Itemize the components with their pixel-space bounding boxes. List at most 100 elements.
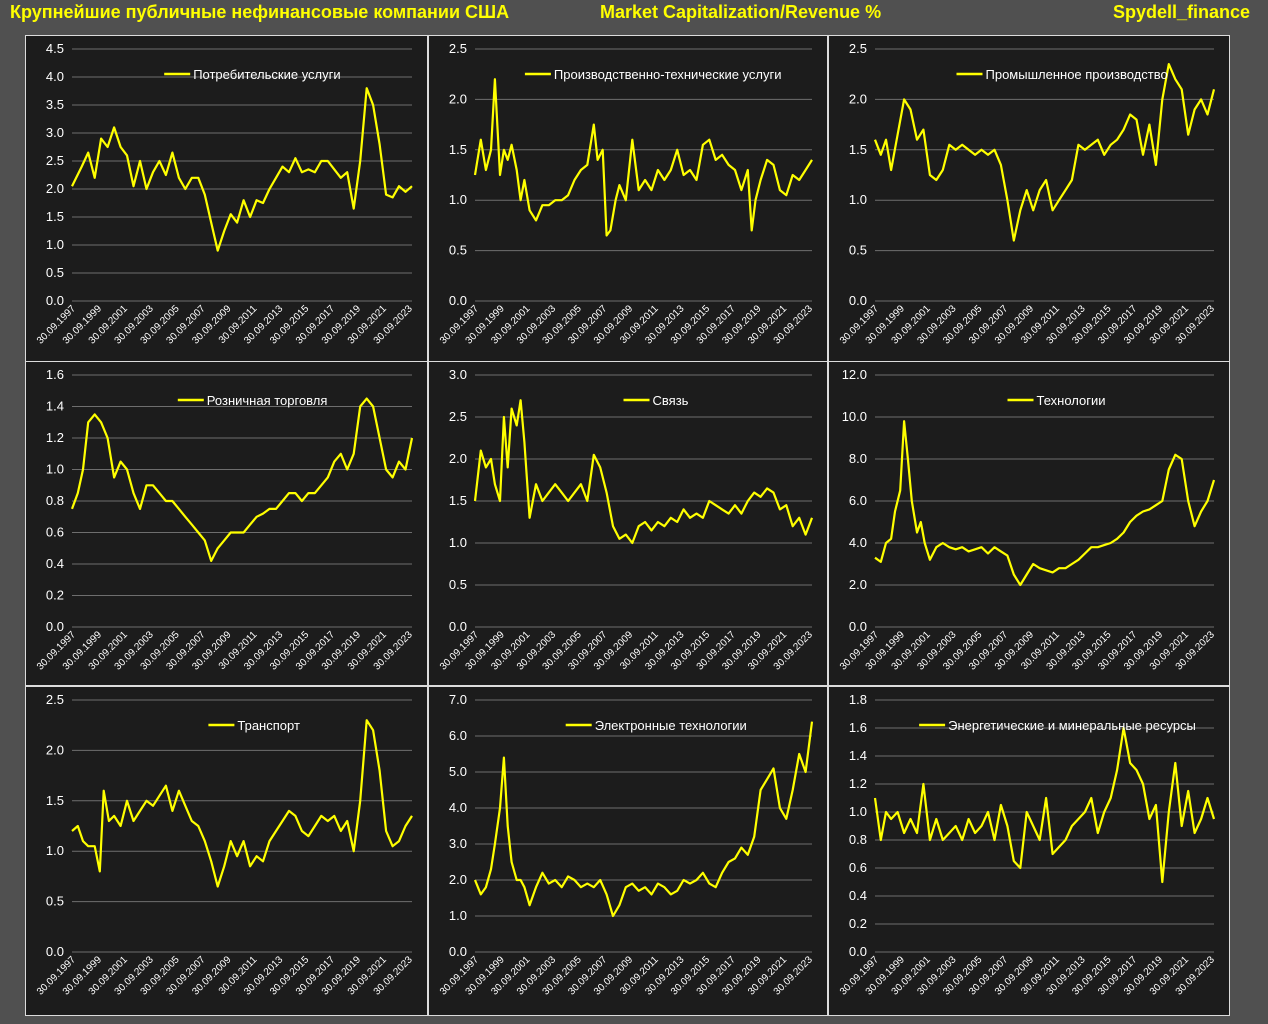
y-tick-label: 0.0: [46, 619, 64, 634]
chart-panel-3: 0.0 0.5 1.0 1.5 2.0 2.5 30.09.1997 30.09.1999 30…: [828, 35, 1230, 362]
y-tick-label: 2.5: [449, 41, 467, 56]
metric-title: Market Capitalization/Revenue %: [600, 2, 882, 22]
chart-panel-1: 0.0 0.5 1.0 1.5 2.0 2.5 3.0 3.5 4.0 4.5 30.09.1997…: [25, 35, 428, 362]
legend-label: Потребительские услуги: [193, 67, 340, 82]
y-tick-label: 1.4: [849, 748, 867, 763]
y-tick-label: 2.5: [46, 153, 64, 168]
y-tick-label: 1.6: [46, 367, 64, 382]
y-tick-label: 1.0: [449, 908, 467, 923]
y-tick-label: 0.0: [449, 293, 467, 308]
y-tick-label: 6.0: [449, 728, 467, 743]
legend-label: Связь: [653, 393, 689, 408]
page-title: Крупнейшие публичные нефинансовые компан…: [10, 2, 510, 22]
legend-label: Промышленное производство: [986, 67, 1168, 82]
legend-label: Энергетические и минеральные ресурсы: [948, 718, 1196, 733]
y-tick-label: 4.0: [46, 69, 64, 84]
series-line: [874, 420, 1216, 587]
series-line: [873, 63, 1216, 242]
y-tick-label: 0.8: [849, 832, 867, 847]
y-tick-label: 1.0: [449, 535, 467, 550]
legend-label: Электронные технологии: [595, 718, 747, 733]
y-tick-label: 1.0: [46, 237, 64, 252]
chart-panel-4: 0.0 0.2 0.4 0.6 0.8 1.0 1.2 1.4 1.6 30.09.1997 30.…: [25, 361, 428, 686]
y-tick-label: 8.0: [849, 451, 867, 466]
chart-panel-9: 0.0 0.2 0.4 0.6 0.8 1.0 1.2 1.4 1.6 1.8 30.09.1997…: [828, 686, 1230, 1016]
y-tick-label: 3.0: [449, 836, 467, 851]
legend-label: Транспорт: [237, 718, 300, 733]
y-tick-label: 0.0: [849, 293, 867, 308]
y-tick-label: 0.5: [449, 577, 467, 592]
y-tick-label: 1.5: [449, 142, 467, 157]
series-line: [473, 78, 813, 237]
y-tick-label: 0.2: [849, 916, 867, 931]
series-line: [473, 721, 814, 918]
series-line: [873, 726, 1216, 884]
y-tick-label: 2.0: [449, 451, 467, 466]
chart-svg-3: 0.00.51.01.52.02.530.09.199730.09.199930…: [838, 41, 1217, 347]
y-tick-label: 0.0: [449, 619, 467, 634]
y-tick-label: 1.0: [46, 843, 64, 858]
y-tick-label: 1.4: [46, 399, 64, 414]
series-line: [70, 397, 414, 562]
y-tick-label: 3.5: [46, 97, 64, 112]
y-tick-label: 0.0: [849, 944, 867, 959]
chart-svg-9: 0.00.20.40.60.81.01.21.41.61.830.09.1997…: [838, 692, 1217, 998]
chart-svg-8: 0.01.02.03.04.05.06.07.030.09.199730.09.…: [438, 692, 815, 998]
chart-svg-1: 0.00.51.01.52.02.53.03.54.04.530.09.1997…: [35, 41, 415, 347]
y-tick-label: 4.0: [849, 535, 867, 550]
chart-svg-7: 0.00.51.01.52.02.530.09.199730.09.199930…: [35, 692, 415, 998]
y-tick-label: 3.0: [46, 125, 64, 140]
y-tick-label: 0.6: [849, 860, 867, 875]
y-tick-label: 0.2: [46, 588, 64, 603]
y-tick-label: 10.0: [842, 409, 867, 424]
y-tick-label: 0.8: [46, 493, 64, 508]
chart-panel-8: 0.0 1.0 2.0 3.0 4.0 5.0 6.0 7.0 30.09.1997 30.09.…: [428, 686, 828, 1016]
y-tick-label: 2.0: [449, 91, 467, 106]
series-line: [473, 399, 814, 545]
y-tick-label: 0.6: [46, 525, 64, 540]
y-tick-label: 2.5: [849, 41, 867, 56]
y-tick-label: 1.0: [849, 804, 867, 819]
y-tick-label: 4.5: [46, 41, 64, 56]
y-tick-label: 1.5: [46, 209, 64, 224]
y-tick-label: 0.4: [849, 888, 867, 903]
series-line: [71, 719, 413, 888]
y-tick-label: 7.0: [449, 692, 467, 707]
y-tick-label: 2.0: [449, 872, 467, 887]
y-tick-label: 0.4: [46, 556, 64, 571]
y-tick-label: 2.0: [849, 91, 867, 106]
y-tick-label: 2.0: [46, 181, 64, 196]
y-tick-label: 1.6: [849, 720, 867, 735]
chart-svg-4: 0.00.20.40.60.81.01.21.41.630.09.199730.…: [35, 367, 415, 673]
y-tick-label: 1.5: [46, 793, 64, 808]
chart-svg-6: 0.02.04.06.08.010.012.030.09.199730.09.1…: [838, 367, 1217, 673]
y-tick-label: 4.0: [449, 800, 467, 815]
y-tick-label: 1.0: [449, 192, 467, 207]
y-tick-label: 2.0: [46, 742, 64, 757]
chart-svg-2: 0.00.51.01.52.02.530.09.199730.09.199930…: [438, 41, 815, 347]
chart-panel-6: 0.0 2.0 4.0 6.0 8.0 10.0 12.0 30.09.1997 30.09.1…: [828, 361, 1230, 686]
source-label: Spydell_finance: [1112, 2, 1250, 22]
y-tick-label: 0.0: [849, 619, 867, 634]
y-tick-label: 0.5: [46, 894, 64, 909]
y-tick-label: 2.0: [849, 577, 867, 592]
y-tick-label: 0.5: [849, 243, 867, 258]
y-tick-label: 6.0: [849, 493, 867, 508]
y-tick-label: 1.2: [849, 776, 867, 791]
y-tick-label: 1.8: [849, 692, 867, 707]
chart-panel-5: 0.0 0.5 1.0 1.5 2.0 2.5 3.0 30.09.1997 30.09.199…: [428, 361, 828, 686]
y-tick-label: 1.2: [46, 430, 64, 445]
y-tick-label: 1.0: [849, 192, 867, 207]
y-tick-label: 2.5: [46, 692, 64, 707]
y-tick-label: 12.0: [842, 367, 867, 382]
y-tick-label: 1.5: [449, 493, 467, 508]
y-tick-label: 0.0: [46, 944, 64, 959]
y-tick-label: 3.0: [449, 367, 467, 382]
y-tick-label: 0.0: [46, 293, 64, 308]
chart-panel-7: 0.0 0.5 1.0 1.5 2.0 2.5 30.09.1997 30.09.1999 30…: [25, 686, 428, 1016]
legend-label: Производственно-технические услуги: [554, 67, 782, 82]
y-tick-label: 1.5: [849, 142, 867, 157]
legend-label: Розничная торговля: [207, 393, 328, 408]
y-tick-label: 2.5: [449, 409, 467, 424]
chart-panel-2: 0.0 0.5 1.0 1.5 2.0 2.5 30.09.1997 30.09.1999 30…: [428, 35, 828, 362]
